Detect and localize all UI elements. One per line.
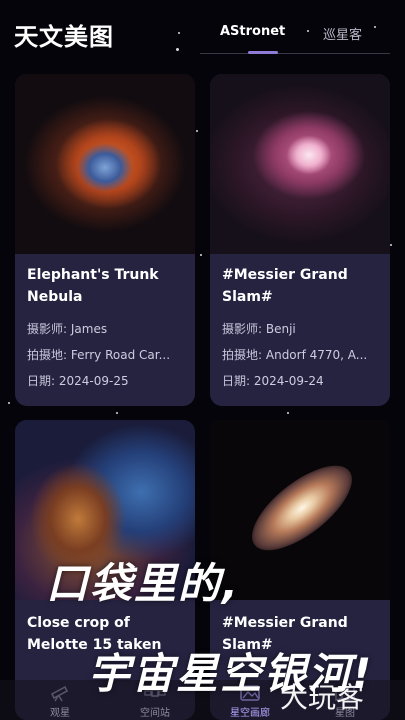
nav-label: 空间站 (140, 708, 170, 719)
date-row: 日期: 2024-09-24 (222, 374, 378, 388)
app-title: 天文美图 (14, 23, 114, 51)
tab-xunxingke[interactable]: 巡星客 (323, 24, 362, 43)
card-title: Elephant's Trunk Nebula (27, 267, 159, 305)
date-label: 日期: (27, 374, 56, 388)
location-row: 拍摄地: Ferry Road Car... (27, 348, 183, 362)
photographer-value: Benji (265, 322, 296, 336)
active-tab-indicator (248, 51, 278, 54)
photographer-label: 摄影师: (27, 322, 68, 336)
card-title: #Messier Grand Slam# (222, 267, 348, 305)
photo-thumbnail[interactable] (15, 74, 195, 254)
tab-astronet[interactable]: AStronet (220, 24, 285, 39)
photographer-row: 摄影师: James (27, 322, 183, 336)
nav-label: 观星 (50, 708, 70, 719)
promo-text-line-1: 口袋里的, (46, 559, 240, 608)
location-value: Andorf 4770, A... (265, 348, 368, 362)
date-row: 日期: 2024-09-25 (27, 374, 183, 388)
tab-divider (200, 53, 390, 54)
card-info: #Messier Grand Slam# 摄影师: Benji 拍摄地: And… (210, 254, 390, 388)
photographer-value: James (70, 322, 108, 336)
date-value: 2024-09-25 (58, 374, 129, 388)
card-info: Elephant's Trunk Nebula 摄影师: James 拍摄地: … (15, 254, 195, 388)
nav-label: 星空画廊 (230, 708, 270, 719)
location-value: Ferry Road Car... (70, 348, 171, 362)
galaxy-image (238, 450, 366, 566)
photo-card[interactable]: #Messier Grand Slam# 摄影师: Benji 拍摄地: And… (210, 74, 390, 406)
photo-thumbnail[interactable] (210, 74, 390, 254)
watermark-logo: 大玩客 (280, 681, 365, 714)
location-row: 拍摄地: Andorf 4770, A... (222, 348, 378, 362)
photographer-label: 摄影师: (222, 322, 263, 336)
location-label: 拍摄地: (27, 348, 68, 362)
date-value: 2024-09-24 (253, 374, 324, 388)
nav-item-observe[interactable]: 观星 (30, 680, 90, 720)
telescope-icon (51, 685, 68, 702)
photographer-row: 摄影师: Benji (222, 322, 378, 336)
date-label: 日期: (222, 374, 251, 388)
location-label: 拍摄地: (222, 348, 263, 362)
header: 天文美图 AStronet 巡星客 (0, 0, 405, 62)
photo-card[interactable]: Elephant's Trunk Nebula 摄影师: James 拍摄地: … (15, 74, 195, 406)
